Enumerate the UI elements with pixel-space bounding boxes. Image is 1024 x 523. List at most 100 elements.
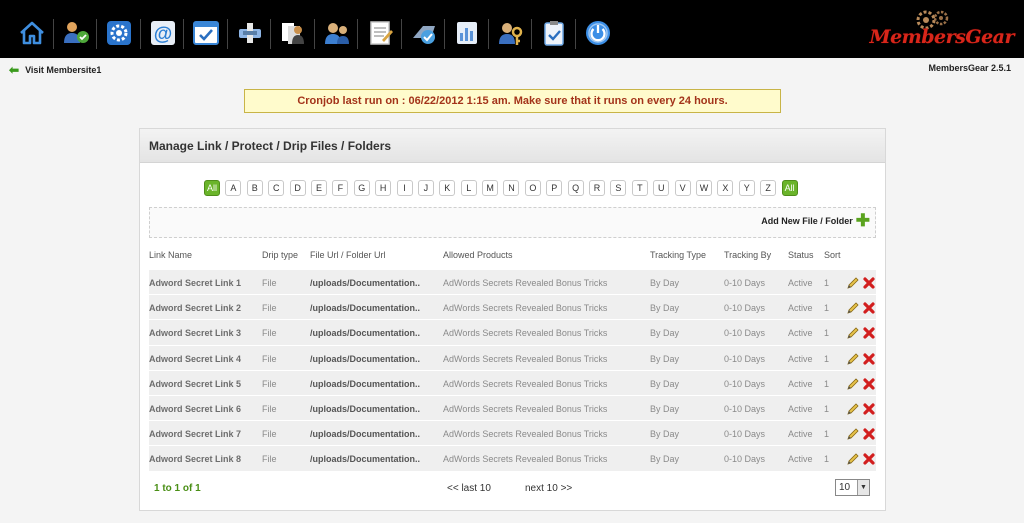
clipboard-check-icon[interactable] [531,15,572,51]
delete-x-icon[interactable] [862,352,876,366]
delete-x-icon[interactable] [862,402,876,416]
edit-pencil-icon[interactable] [846,452,860,466]
link-name-cell[interactable]: Adword Secret Link 6 [149,404,241,414]
edit-pencil-icon[interactable] [846,402,860,416]
alpha-filter-m[interactable]: M [482,180,499,196]
members-icon[interactable] [52,15,94,51]
alpha-filter-q[interactable]: Q [567,180,584,196]
table-row: Adword Secret Link 6 File/uploads/Documen… [149,394,876,420]
reports-chart-icon[interactable] [444,15,485,51]
col-tracking-by-header: Tracking By [724,250,772,260]
alpha-filter-all-start[interactable]: All [204,180,221,196]
alpha-filter-w[interactable]: W [696,180,712,196]
delete-x-icon[interactable] [862,276,876,290]
alpha-filter-k[interactable]: K [439,180,456,196]
home-icon[interactable] [14,15,50,51]
drip-type-cell: File [262,429,277,440]
table-row: Adword Secret Link 5 File/uploads/Documen… [149,369,876,395]
link-name-cell[interactable]: Adword Secret Link 3 [149,328,241,338]
checklist-window-icon[interactable] [183,15,224,51]
tracking-by-cell: 0-10 Days [724,353,766,364]
alpha-filter-g[interactable]: G [353,180,370,196]
per-page-value: 10 [839,482,851,493]
next-10-link[interactable]: next 10 >> [525,483,572,494]
alpha-filter-f[interactable]: F [332,180,349,196]
prev-10-link[interactable]: << last 10 [447,483,491,494]
table-row: Adword Secret Link 8 File/uploads/Documen… [149,445,876,470]
edit-pencil-icon[interactable] [846,326,860,340]
status-cell: Active [788,403,813,414]
link-name-cell[interactable]: Adword Secret Link 8 [149,454,241,464]
alpha-filter-h[interactable]: H [375,180,392,196]
edit-pencil-icon[interactable] [846,377,860,391]
table-row: Adword Secret Link 3 File/uploads/Documen… [149,319,876,344]
tracking-type-cell: By Day [650,353,680,364]
link-name-cell[interactable]: Adword Secret Link 1 [149,278,241,288]
stamp-check-icon[interactable] [400,15,442,51]
status-cell: Active [788,454,813,465]
sort-cell: 1 [824,353,830,364]
download-tool-icon[interactable] [226,15,268,51]
alpha-filter-v[interactable]: V [674,180,691,196]
manage-links-panel: Manage Link / Protect / Drip Files / Fol… [139,128,886,511]
link-name-cell[interactable]: Adword Secret Link 5 [149,379,241,389]
delete-x-icon[interactable] [862,452,876,466]
notepad-icon[interactable] [357,15,398,51]
tracking-type-cell: By Day [650,303,680,314]
email-at-icon[interactable]: @ [139,15,181,51]
status-cell: Active [788,328,813,339]
edit-pencil-icon[interactable] [846,301,860,315]
alpha-filter-c[interactable]: C [268,180,285,196]
delete-x-icon[interactable] [862,427,876,441]
file-url-cell: /uploads/Documentation.. [310,429,421,440]
links-table: Link Name Drip type File Url / Folder Url A… [149,239,876,471]
link-name-cell[interactable]: Adword Secret Link 4 [149,354,241,364]
alpha-filter-z[interactable]: Z [760,180,777,196]
settings-gear-icon[interactable] [96,15,137,51]
allowed-products-cell: AdWords Secrets Revealed Bonus Tricks [443,378,608,389]
alpha-filter-n[interactable]: N [503,180,520,196]
add-new-file-folder-button[interactable]: Add New File / Folder ✚ [761,211,870,230]
edit-pencil-icon[interactable] [846,427,860,441]
file-url-cell: /uploads/Documentation.. [310,378,421,389]
link-name-cell[interactable]: Adword Secret Link 2 [149,303,241,313]
user-documents-icon[interactable] [270,15,311,51]
user-key-icon[interactable] [487,15,529,51]
alpha-filter-a[interactable]: A [225,180,242,196]
link-name-cell[interactable]: Adword Secret Link 7 [149,429,241,439]
alpha-filter-t[interactable]: T [631,180,648,196]
alpha-filter-r[interactable]: R [589,180,606,196]
edit-pencil-icon[interactable] [846,276,860,290]
alpha-filter-j[interactable]: J [417,180,434,196]
alpha-filter-all-end[interactable]: All [781,180,798,196]
delete-x-icon[interactable] [862,326,876,340]
delete-x-icon[interactable] [862,377,876,391]
delete-x-icon[interactable] [862,301,876,315]
user-group-icon[interactable] [313,15,355,51]
sort-cell: 1 [824,403,830,414]
alpha-filter-d[interactable]: D [289,180,306,196]
alpha-filter-o[interactable]: O [524,180,541,196]
col-link-name-header: Link Name [149,250,193,260]
per-page-select[interactable]: 10 ▼ [835,479,870,496]
alpha-filter-p[interactable]: P [546,180,563,196]
edit-pencil-icon[interactable] [846,352,860,366]
allowed-products-cell: AdWords Secrets Revealed Bonus Tricks [443,278,608,288]
alpha-filter-y[interactable]: Y [738,180,755,196]
alpha-filter-i[interactable]: I [396,180,413,196]
alpha-filter-u[interactable]: U [653,180,670,196]
col-drip-type-header: Drip type [262,250,299,260]
alpha-filter-b[interactable]: B [246,180,263,196]
alpha-filter-s[interactable]: S [610,180,627,196]
top-toolbar: @ MembersGear [0,0,1024,58]
tracking-type-cell: By Day [650,454,680,465]
power-icon[interactable] [574,15,616,51]
tracking-by-cell: 0-10 Days [724,328,766,339]
panel-title: Manage Link / Protect / Drip Files / Fol… [140,129,885,163]
visit-membersite-link[interactable]: ⬅ Visit Membersite1 [9,64,101,76]
alpha-filter-x[interactable]: X [717,180,734,196]
plus-icon: ✚ [855,211,870,230]
alpha-filter-e[interactable]: E [310,180,327,196]
table-row: Adword Secret Link 2 File/uploads/Documen… [149,294,876,319]
alpha-filter-l[interactable]: L [460,180,477,196]
